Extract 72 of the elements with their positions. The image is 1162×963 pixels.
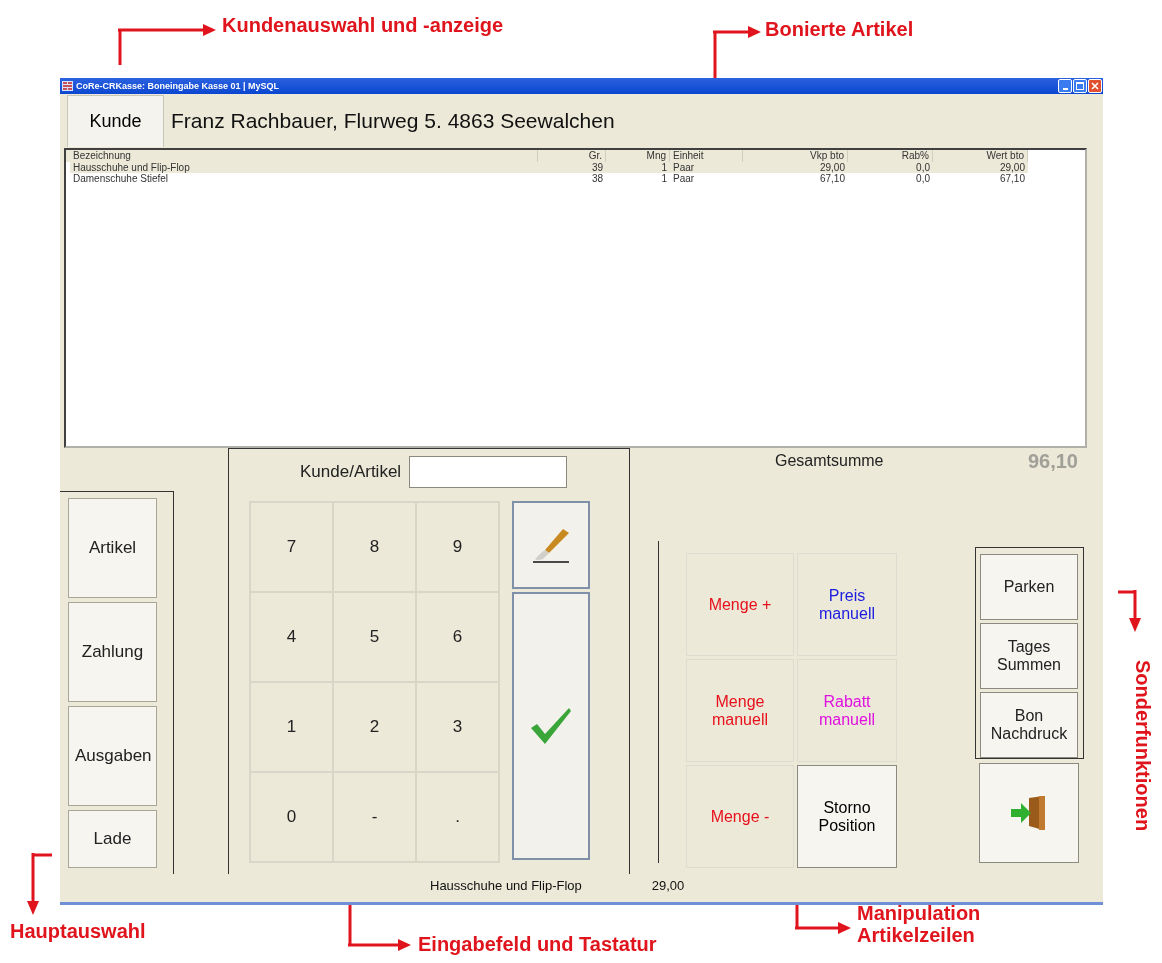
item-action-button[interactable]: Menge - [686, 765, 794, 868]
table-row[interactable]: Hausschuhe und Flip-Flop 39 1 Paar 29,00 0,0 29,00 [70, 162, 1028, 173]
annotation-label: Eingabefeld und Tastatur [418, 933, 657, 955]
input-label: Kunde/Artikel [300, 462, 402, 482]
keypad-key[interactable]: 4 [250, 592, 333, 682]
table-cell-text: Paar [672, 173, 696, 184]
checkmark-icon [529, 706, 573, 746]
arrow [27, 853, 39, 915]
leader-line [1118, 590, 1135, 594]
arrow [713, 26, 761, 38]
annotation-label: Sonderfunktionen [1132, 660, 1154, 832]
annotation-label: Bonierte Artikel [765, 18, 914, 40]
annotation-label: Manipulation Artikelzeilen [857, 902, 982, 946]
nav-button[interactable]: Artikel [68, 498, 157, 598]
keypad-key[interactable]: 2 [333, 682, 416, 772]
app-icon [62, 81, 73, 91]
table-cell-text: Paar [672, 162, 696, 173]
arrow [348, 939, 411, 951]
nav-button[interactable]: Lade [68, 810, 157, 868]
item-action-button[interactable]: Preis manuell [797, 553, 897, 656]
table-cell-text: 38 [590, 173, 604, 184]
item-action-button[interactable]: Menge manuell [686, 659, 794, 762]
close-button[interactable] [1088, 79, 1102, 93]
keypad-key[interactable]: 3 [416, 682, 499, 772]
keypad-key[interactable]: 7 [250, 502, 333, 592]
table-cell-text: 29,00 [818, 162, 846, 173]
total-label: Gesamtsumme [775, 452, 884, 470]
arrow [1129, 590, 1141, 632]
keypad-key[interactable]: 6 [416, 592, 499, 682]
leader-line [118, 30, 122, 65]
close-icon [1091, 82, 1099, 90]
arrow [795, 922, 851, 934]
item-action-button[interactable]: Menge + [686, 553, 794, 656]
table-cell-text: 1 [660, 173, 668, 184]
maximize-button[interactable] [1073, 79, 1087, 93]
confirm-button[interactable] [512, 592, 590, 860]
customer-name: Franz Rachbauer, Flurweg 5. 4863 Seewalchen [171, 109, 615, 133]
table-cell-text: 29,00 [998, 162, 1026, 173]
function-button[interactable]: Bon Nachdruck [980, 692, 1078, 758]
status-price: 29,00 [651, 877, 685, 893]
keypad-key[interactable]: 8 [333, 502, 416, 592]
table-cell-text: 39 [590, 162, 604, 173]
total-amount: 96,10 [1027, 449, 1078, 473]
leader-line [33, 853, 52, 857]
clear-button[interactable] [512, 501, 590, 589]
customer-button[interactable]: Kunde [67, 95, 164, 147]
nav-button[interactable]: Zahlung [68, 602, 157, 702]
nav-button[interactable]: Ausgaben [68, 706, 157, 806]
table-cell-text: Hausschuhe und Flip-Flop [72, 162, 191, 173]
exit-button[interactable] [979, 763, 1079, 863]
input-field[interactable] [409, 456, 568, 488]
table-cell-text: 67,10 [998, 173, 1026, 184]
annotation-label: Hauptauswahl [10, 920, 146, 942]
keypad-key[interactable]: 0 [250, 772, 333, 862]
table-cell-text: 1 [660, 162, 668, 173]
keypad-key[interactable]: 5 [333, 592, 416, 682]
table-cell-text: 0,0 [915, 173, 931, 184]
keypad-key[interactable]: . [416, 772, 499, 862]
minimize-button[interactable] [1058, 79, 1072, 93]
window-title: CoRe-CRKasse: Boneingabe Kasse 01 | MySQL [76, 81, 280, 91]
function-button[interactable]: Parken [980, 554, 1078, 620]
function-button[interactable]: Tages Summen [980, 623, 1078, 689]
keypad-key[interactable]: 1 [250, 682, 333, 772]
status-item: Hausschuhe und Flip-Flop [430, 877, 582, 893]
table-cell-text: 0,0 [915, 162, 931, 173]
annotation-label: Kundenauswahl und -anzeige [222, 14, 504, 36]
keypad-key[interactable]: 9 [416, 502, 499, 592]
table-cell-text: 67,10 [818, 173, 846, 184]
item-action-button[interactable]: Storno Position [797, 765, 897, 868]
keypad-key[interactable]: - [333, 772, 416, 862]
table-row[interactable]: Damenschuhe Stiefel 38 1 Paar 67,10 0,0 67,10 [70, 173, 1028, 184]
table-cell-text: Damenschuhe Stiefel [72, 173, 169, 184]
